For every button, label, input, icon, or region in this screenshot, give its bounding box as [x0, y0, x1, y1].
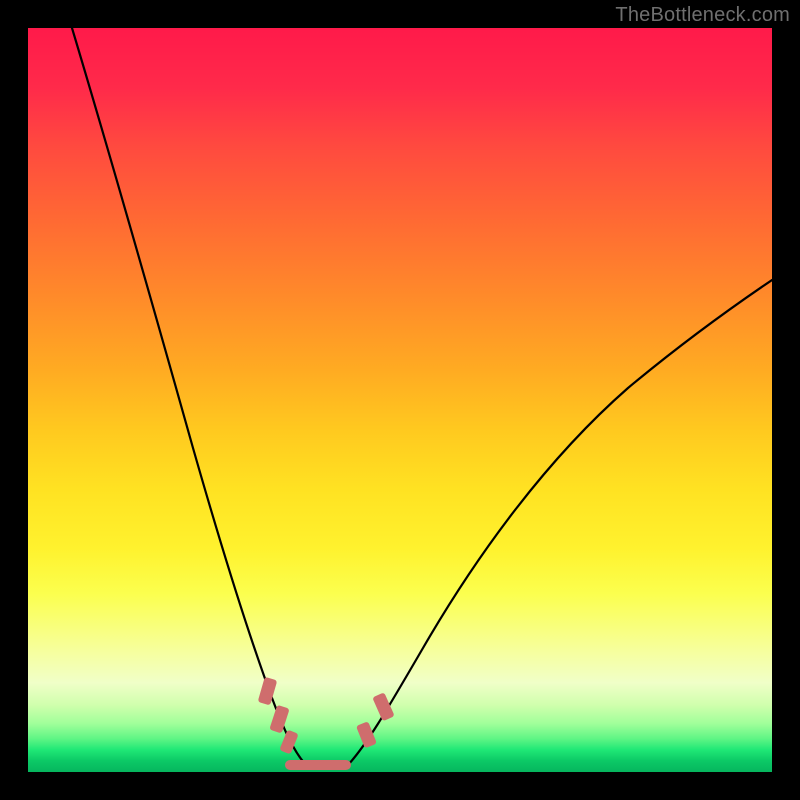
- chart-frame: TheBottleneck.com: [0, 0, 800, 800]
- right-tick-group: [356, 692, 395, 748]
- plot-area: [28, 28, 772, 772]
- left-curve: [72, 28, 306, 765]
- right-curve: [348, 280, 772, 765]
- left-tick-group: [258, 677, 299, 755]
- watermark-text: TheBottleneck.com: [615, 4, 790, 27]
- curve-layer: [28, 28, 772, 772]
